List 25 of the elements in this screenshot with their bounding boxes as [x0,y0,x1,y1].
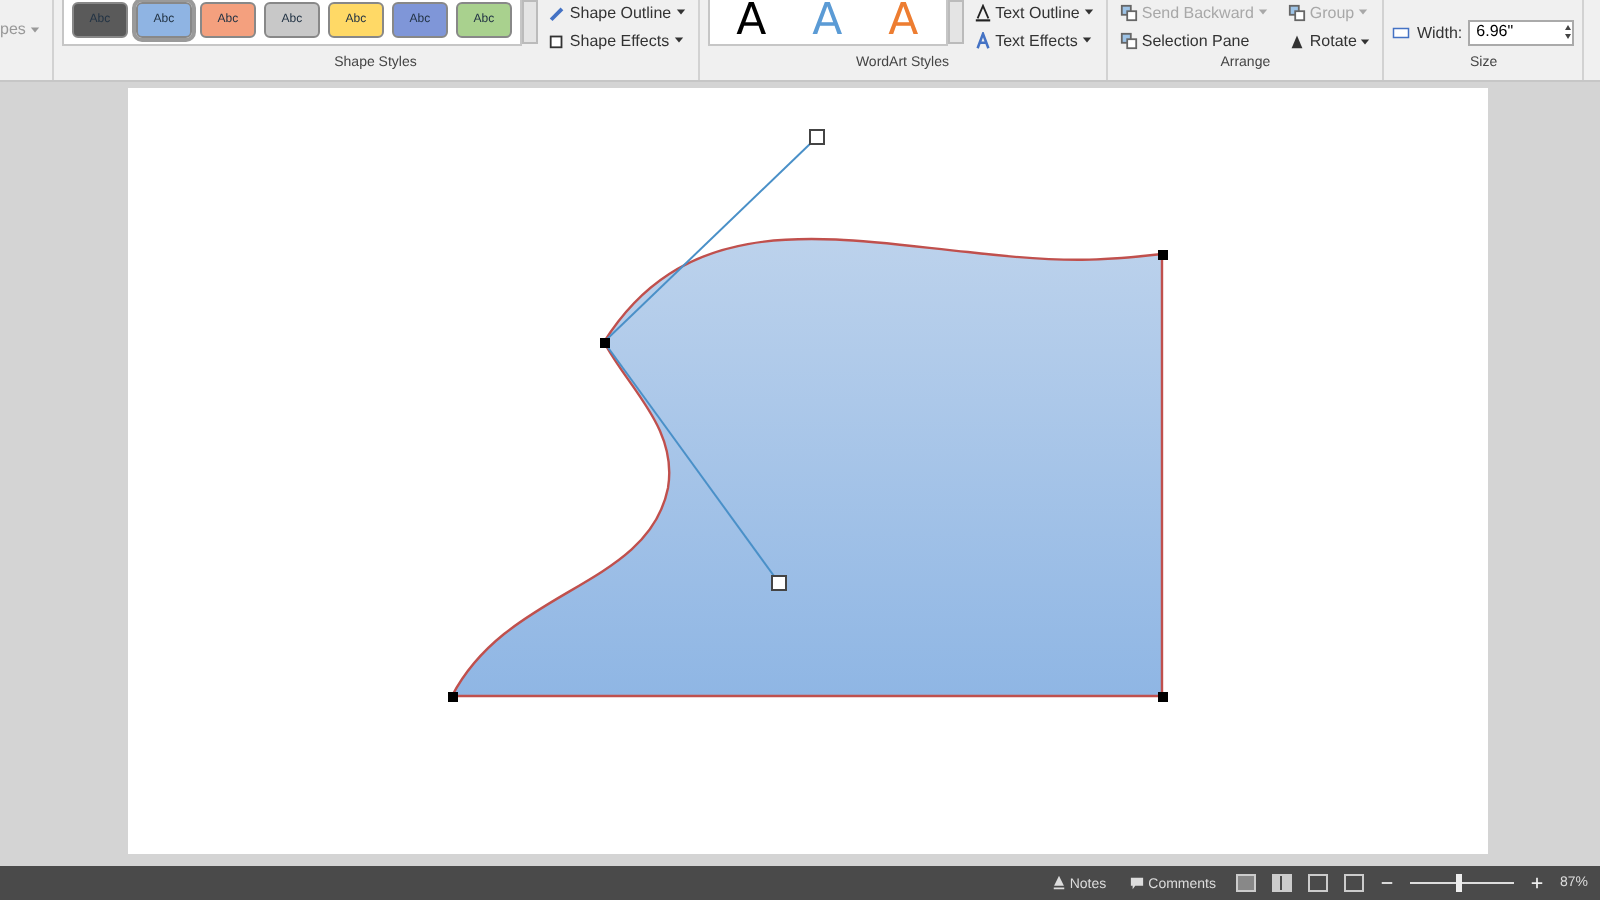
ribbon-command[interactable]: Shape Effects [543,28,690,52]
ribbon-command[interactable]: Shape Outline [543,0,690,24]
width-field[interactable]: 6.96" [1468,19,1575,45]
normal-view-icon[interactable] [1235,874,1256,892]
freeform-shape[interactable] [450,238,1164,698]
stacked-squares-icon [1287,3,1306,21]
width-icon [1392,23,1411,41]
ribbon-command[interactable]: Rotate [1283,29,1375,53]
triangle-icon [1287,32,1306,50]
notes-icon [1051,875,1066,889]
zoom-in-icon[interactable] [1529,876,1544,890]
ribbon-command[interactable]: Text Outline [969,0,1098,24]
square-icon [547,31,566,49]
ribbon-command[interactable]: Text Effects [969,28,1098,52]
zoom-thumb[interactable] [1455,874,1462,892]
pen-icon [547,3,566,21]
caret-icon[interactable] [29,26,40,34]
letter-outline-icon [973,3,992,21]
field-label: Width: [1416,23,1463,41]
letter-icon [973,31,992,49]
bezier-handle[interactable] [603,129,825,343]
zoom-out-icon[interactable] [1379,876,1394,890]
ribbon-command[interactable]: Selection Pane [1115,29,1272,53]
spinner-arrows-icon[interactable] [1564,21,1573,41]
speech-bubble-icon [1130,875,1145,889]
